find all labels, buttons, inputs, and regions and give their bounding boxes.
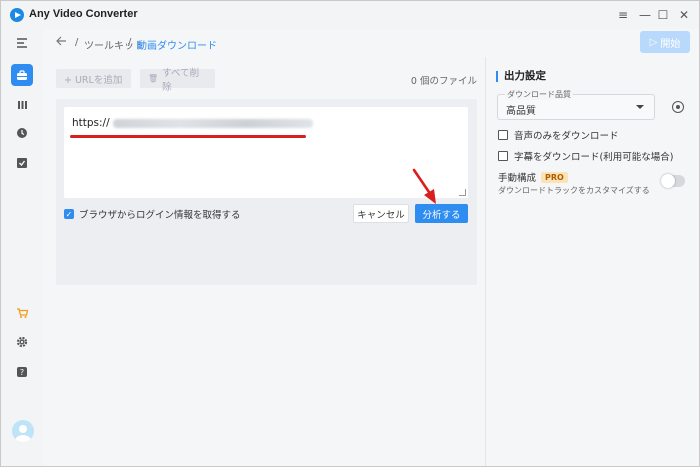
collapse-menu-icon[interactable] bbox=[12, 33, 32, 53]
start-button[interactable]: ▷ 開始 bbox=[640, 31, 690, 53]
menu-icon[interactable]: ≡ bbox=[615, 7, 631, 23]
file-count: 0 個のファイル bbox=[410, 76, 477, 87]
app-logo-icon bbox=[10, 8, 24, 22]
breadcrumb: / ツールキット / 動画ダウンロード ▷ 開始 bbox=[43, 29, 699, 57]
app-window: Any Video Converter ≡ — ☐ ✕ ? / ツールキット /… bbox=[0, 0, 700, 467]
annotation-arrow-icon bbox=[412, 168, 436, 204]
resize-grip-icon[interactable] bbox=[459, 189, 466, 196]
quality-value: 高品質 bbox=[506, 106, 536, 117]
quality-dropdown[interactable]: ダウンロード品質 高品質 bbox=[497, 89, 655, 120]
main-content: + URLを追加 🗑 すべて削除 0 個のファイル https:// ✓ ブラウ… bbox=[43, 57, 485, 466]
play-icon: ▷ bbox=[649, 36, 658, 48]
minimize-icon[interactable]: — bbox=[637, 7, 653, 23]
chevron-down-icon bbox=[636, 105, 644, 109]
svg-text:?: ? bbox=[20, 368, 24, 377]
library-icon[interactable] bbox=[12, 94, 32, 114]
breadcrumb-separator: / bbox=[128, 37, 132, 48]
app-title: Any Video Converter bbox=[29, 8, 138, 20]
output-settings-title: 出力設定 bbox=[496, 71, 546, 82]
login-checkbox-label: ブラウザからログイン情報を取得する bbox=[79, 210, 241, 221]
add-url-button[interactable]: + URLを追加 bbox=[56, 69, 131, 88]
sidebar: ? bbox=[1, 29, 43, 466]
annotation-underline bbox=[70, 135, 306, 138]
audio-only-label: 音声のみをダウンロード bbox=[514, 131, 619, 142]
login-checkbox-row[interactable]: ✓ ブラウザからログイン情報を取得する bbox=[64, 207, 241, 221]
breadcrumb-separator: / bbox=[75, 37, 79, 48]
breadcrumb-toolkit[interactable]: ツールキット bbox=[84, 37, 144, 52]
quality-label: ダウンロード品質 bbox=[505, 89, 573, 100]
trash-icon: 🗑 bbox=[148, 74, 159, 83]
target-settings-icon[interactable] bbox=[672, 101, 684, 113]
manual-config-title: 手動構成 bbox=[498, 173, 537, 184]
checkbox-checked-icon[interactable]: ✓ bbox=[64, 209, 74, 219]
toolbox-icon[interactable] bbox=[11, 64, 33, 86]
avatar[interactable] bbox=[12, 420, 34, 442]
close-icon[interactable]: ✕ bbox=[676, 7, 692, 23]
breadcrumb-current: 動画ダウンロード bbox=[137, 41, 217, 52]
blurred-url bbox=[113, 119, 313, 128]
subtitles-checkbox[interactable] bbox=[498, 151, 508, 161]
settings-gear-icon[interactable] bbox=[12, 332, 32, 352]
add-url-label: + URLを追加 bbox=[64, 74, 123, 86]
delete-all-label: すべて削除 bbox=[162, 67, 200, 93]
title-bar: Any Video Converter ≡ — ☐ ✕ bbox=[1, 1, 699, 29]
cart-icon[interactable] bbox=[12, 303, 32, 323]
subtitles-label: 字幕をダウンロード(利用可能な場合) bbox=[514, 152, 674, 163]
subtitles-option[interactable]: 字幕をダウンロード(利用可能な場合) bbox=[498, 149, 673, 163]
manual-config-row: 手動構成 PRO bbox=[498, 170, 568, 184]
history-icon[interactable] bbox=[12, 123, 32, 143]
maximize-icon[interactable]: ☐ bbox=[655, 7, 671, 23]
tasks-icon[interactable] bbox=[12, 153, 32, 173]
url-input-value: https:// bbox=[72, 117, 110, 129]
manual-config-description: ダウンロードトラックをカスタマイズする bbox=[498, 186, 650, 195]
start-button-label: 開始 bbox=[660, 38, 681, 50]
audio-only-checkbox[interactable] bbox=[498, 130, 508, 140]
pro-badge: PRO bbox=[541, 171, 568, 183]
delete-all-button[interactable]: 🗑 すべて削除 bbox=[140, 68, 215, 93]
audio-only-option[interactable]: 音声のみをダウンロード bbox=[498, 128, 619, 142]
help-icon[interactable]: ? bbox=[12, 362, 32, 382]
cancel-button[interactable]: キャンセル bbox=[353, 204, 409, 223]
back-arrow-icon[interactable] bbox=[55, 35, 67, 51]
manual-config-toggle[interactable] bbox=[661, 174, 685, 188]
output-settings-panel: 出力設定 ダウンロード品質 高品質 音声のみをダウンロード 字幕をダウンロード(… bbox=[485, 57, 699, 466]
